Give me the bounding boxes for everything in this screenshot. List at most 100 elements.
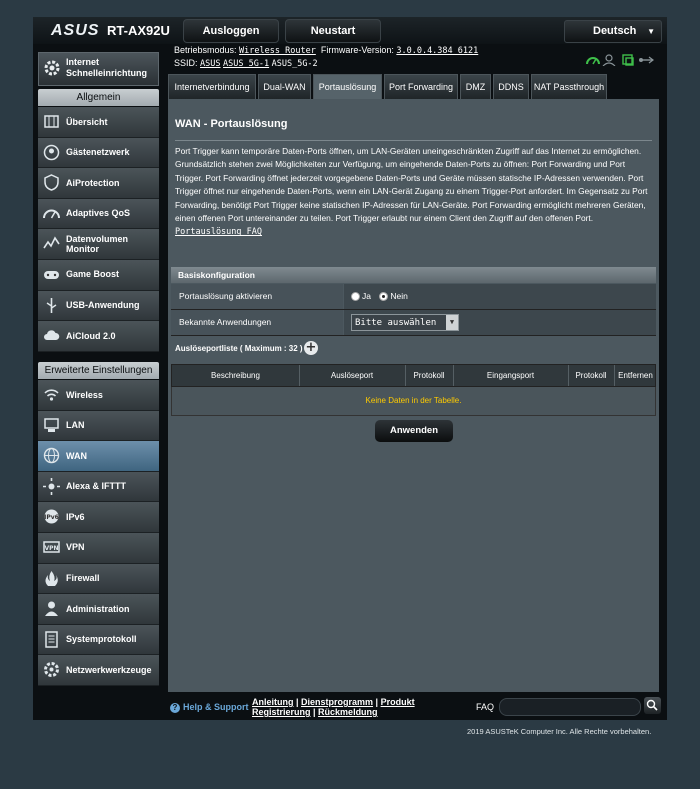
general-section-header: Allgemein bbox=[38, 89, 159, 106]
usb-status-icon[interactable] bbox=[639, 56, 654, 64]
sidebar-item-label: AiProtection bbox=[66, 177, 120, 188]
operation-mode-link[interactable]: Wireless Router bbox=[239, 46, 316, 56]
sidebar-item-adaptives-qos[interactable]: Adaptives QoS bbox=[38, 198, 159, 230]
sidebar-item-label: Administration bbox=[66, 603, 130, 614]
utility-link[interactable]: Dienstprogramm bbox=[301, 697, 373, 707]
lan-icon bbox=[44, 417, 59, 432]
svg-text:IPv6: IPv6 bbox=[44, 514, 59, 521]
radio-no-circle[interactable] bbox=[379, 292, 389, 302]
sidebar-item-label: WAN bbox=[66, 450, 87, 461]
logout-button[interactable]: Ausloggen bbox=[183, 19, 279, 43]
sidebar-item-systemprotokoll[interactable]: Systemprotokoll bbox=[38, 624, 159, 656]
tab-ddns[interactable]: DDNS bbox=[493, 74, 529, 99]
tab-port-forwarding[interactable]: Port Forwarding bbox=[384, 74, 458, 99]
sidebar-item-übersicht[interactable]: Übersicht bbox=[38, 107, 159, 138]
usb-icon bbox=[46, 297, 57, 313]
log-icon bbox=[45, 631, 58, 648]
sidebar-item-label: Gästenetzwerk bbox=[66, 147, 130, 158]
internet-status-icon[interactable] bbox=[586, 57, 600, 65]
firmware-version-link[interactable]: 3.0.0.4.384_6121 bbox=[396, 46, 478, 56]
ipv6-icon: IPv6 bbox=[44, 509, 59, 524]
ssid-link[interactable]: ASUS_5G-1 bbox=[223, 59, 269, 69]
title-divider bbox=[175, 140, 652, 141]
registration-link[interactable]: Registrierung bbox=[252, 707, 311, 717]
radio-yes-circle[interactable] bbox=[351, 292, 360, 302]
firewall-icon bbox=[45, 570, 58, 586]
feedback-link[interactable]: Rückmeldung bbox=[318, 707, 378, 717]
general-menu: Übersicht Gästenetzwerk AiProtection Adapti… bbox=[38, 107, 159, 352]
map-icon bbox=[44, 115, 59, 128]
search-button[interactable] bbox=[644, 697, 661, 714]
radio-yes[interactable]: Ja bbox=[351, 291, 371, 302]
sidebar-item-wireless[interactable]: Wireless bbox=[38, 380, 159, 411]
sidebar-item-usb-anwendung[interactable]: USB-Anwendung bbox=[38, 290, 159, 322]
trigger-list-label: Auslöseportliste ( Maximum : 32 ) bbox=[175, 344, 303, 353]
sidebar-item-wan[interactable]: WAN bbox=[38, 441, 159, 472]
top-bar: ASUS RT-AX92U Ausloggen Neustart Deutsch… bbox=[33, 17, 667, 44]
firmware-label: Firmware-Version: bbox=[320, 45, 394, 55]
sidebar-item-label: USB-Anwendung bbox=[66, 300, 140, 311]
sidebar-item-gästenetzwerk[interactable]: Gästenetzwerk bbox=[38, 137, 159, 169]
table-header-cell: Entfernen bbox=[618, 371, 653, 380]
manual-link[interactable]: Anleitung bbox=[252, 697, 294, 707]
sidebar-item-firewall[interactable]: Firewall bbox=[38, 563, 159, 595]
device-icon[interactable] bbox=[622, 54, 634, 66]
sidebar-item-alexa-ifttt[interactable]: Alexa & IFTTT bbox=[38, 471, 159, 503]
table-header-cell: Eingangsport bbox=[453, 365, 569, 386]
sidebar-item-label: VPN bbox=[66, 542, 85, 553]
globe-icon bbox=[43, 447, 60, 464]
tools-icon bbox=[44, 662, 59, 678]
sidebar-item-lan[interactable]: LAN bbox=[38, 410, 159, 442]
status-info: Betriebsmodus: Wireless Router Firmware-… bbox=[174, 45, 478, 69]
search-icon bbox=[646, 699, 658, 711]
sidebar-item-label: Firewall bbox=[66, 573, 100, 584]
sidebar-item-label: Wireless bbox=[66, 389, 103, 400]
trigger-table-header: Beschreibung Auslöseport Protokoll Eingangs… bbox=[171, 364, 656, 387]
faq-search-input[interactable] bbox=[499, 698, 641, 716]
tab-dual-wan[interactable]: Dual-WAN bbox=[258, 74, 311, 99]
tab-dmz[interactable]: DMZ bbox=[460, 74, 491, 99]
page-title: WAN - Portauslösung bbox=[175, 118, 288, 130]
admin-icon bbox=[45, 601, 58, 617]
tab-portauslösung[interactable]: Portauslösung bbox=[313, 74, 382, 99]
faq-link[interactable]: Portauslösung FAQ bbox=[175, 227, 262, 237]
shield-icon bbox=[44, 174, 59, 191]
sidebar-item-datenvolumen-monitor[interactable]: Datenvolumen Monitor bbox=[38, 229, 159, 260]
product-link[interactable]: Produkt bbox=[381, 697, 415, 707]
language-select[interactable]: Deutsch ▼ bbox=[564, 20, 662, 43]
quick-internet-setup-button[interactable]: Internet Schnelleinrichtung bbox=[38, 52, 159, 86]
asus-logo: ASUS bbox=[51, 22, 100, 39]
ssid-label: SSID: bbox=[174, 58, 198, 68]
sidebar-item-aiprotection[interactable]: AiProtection bbox=[38, 168, 159, 199]
known-apps-value: Bitte auswählen ▼ bbox=[344, 310, 656, 335]
table-header-cell: Protokoll bbox=[405, 365, 454, 386]
sidebar-item-ipv6[interactable]: IPv6 IPv6 bbox=[38, 502, 159, 533]
known-apps-row: Bekannte Anwendungen Bitte auswählen ▼ bbox=[171, 310, 656, 336]
table-header-cell: Protokoll bbox=[568, 365, 615, 386]
tab-internetverbindung[interactable]: Internetverbindung bbox=[168, 74, 256, 99]
sidebar-item-netzwerkwerkzeuge[interactable]: Netzwerkwerkzeuge bbox=[38, 655, 159, 686]
sidebar-item-administration[interactable]: Administration bbox=[38, 594, 159, 625]
radio-yes-label: Ja bbox=[362, 291, 371, 301]
add-trigger-button[interactable]: + bbox=[304, 341, 318, 355]
sidebar-item-aicloud-2-0[interactable]: AiCloud 2.0 bbox=[38, 321, 159, 352]
ssid-link[interactable]: ASUS bbox=[200, 59, 220, 69]
clients-icon[interactable] bbox=[602, 54, 616, 66]
known-apps-select[interactable]: Bitte auswählen ▼ bbox=[351, 314, 459, 331]
trigger-table-empty: Keine Daten in der Tabelle. bbox=[171, 387, 656, 416]
enable-trigger-value: Ja Nein bbox=[344, 284, 656, 309]
sidebar-item-game-boost[interactable]: Game Boost bbox=[38, 259, 159, 291]
enable-trigger-row: Portauslösung aktivieren Ja Nein bbox=[171, 284, 656, 310]
question-icon: ? bbox=[170, 702, 180, 713]
restart-button[interactable]: Neustart bbox=[285, 19, 381, 43]
table-header-cell: Auslöseport bbox=[299, 365, 406, 386]
help-support-link[interactable]: ? Help & Support bbox=[170, 702, 249, 713]
sidebar-item-vpn[interactable]: VPN VPN bbox=[38, 532, 159, 564]
tab-nat-passthrough[interactable]: NAT Passthrough bbox=[531, 74, 607, 99]
chevron-down-icon: ▼ bbox=[647, 27, 655, 36]
radio-no[interactable]: Nein bbox=[379, 291, 408, 302]
page-description: Port Trigger kann temporäre Daten-Ports … bbox=[175, 145, 655, 240]
ssid-link[interactable]: ASUS_5G-2 bbox=[272, 59, 318, 69]
apply-button[interactable]: Anwenden bbox=[375, 420, 453, 442]
copyright: 2019 ASUSTeK Computer Inc. Alle Rechte v… bbox=[467, 727, 652, 736]
